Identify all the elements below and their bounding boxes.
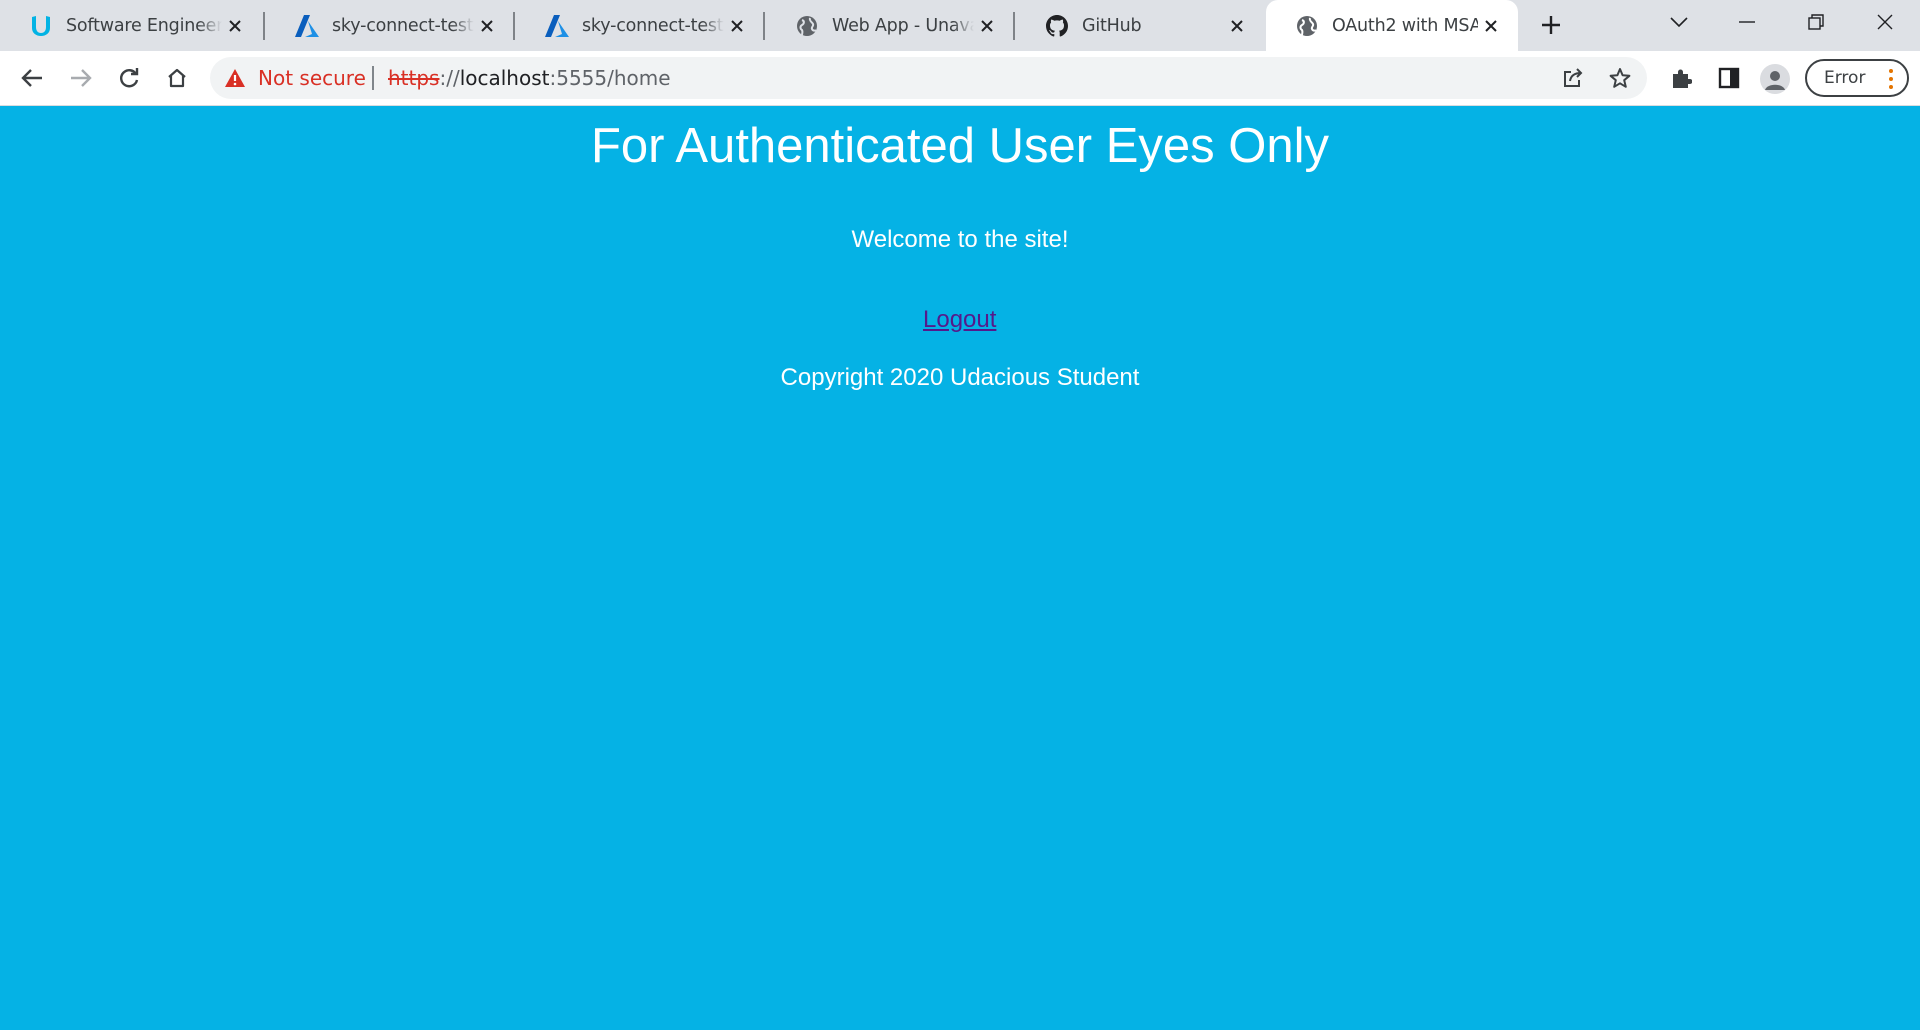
- close-tab-icon[interactable]: [222, 13, 248, 39]
- close-window-button[interactable]: [1858, 0, 1912, 44]
- tab-github[interactable]: GitHub: [1016, 0, 1264, 51]
- tab-divider: [1013, 12, 1015, 40]
- chevron-down-icon: [1670, 17, 1688, 28]
- url-host: localhost: [459, 66, 550, 90]
- copyright-text: Copyright 2020 Udacious Student: [780, 364, 1140, 391]
- azure-icon: [544, 13, 570, 39]
- security-indicator[interactable]: Not secure: [224, 57, 366, 99]
- kebab-menu-icon[interactable]: [1889, 69, 1893, 89]
- tab-software-engineer[interactable]: Software Engineer: [0, 0, 262, 51]
- tab-title: Web App - Unavail: [832, 15, 974, 36]
- tab-web-app-unavailable[interactable]: Web App - Unavail: [766, 0, 1014, 51]
- home-icon: [168, 68, 186, 88]
- tab-search-button[interactable]: [1652, 0, 1706, 44]
- url-path: :5555/home: [549, 66, 671, 90]
- close-tab-icon[interactable]: [1478, 13, 1504, 39]
- tab-title: sky-connect-test -: [582, 15, 724, 36]
- tab-title: GitHub: [1082, 15, 1142, 36]
- tab-strip: Software Engineer sky-connect-test - sky…: [0, 0, 1920, 51]
- logout-link[interactable]: Logout: [923, 306, 996, 334]
- share-icon: [1564, 68, 1583, 87]
- tab-divider: [513, 12, 515, 40]
- star-icon: [1609, 68, 1631, 88]
- close-tab-icon[interactable]: [724, 13, 750, 39]
- tab-divider: [763, 12, 765, 40]
- tab-divider: [263, 12, 265, 40]
- profile-error-label: Error: [1824, 68, 1866, 88]
- address-bar[interactable]: Not secure https://localhost:5555/home: [210, 57, 1647, 99]
- close-icon: [1877, 14, 1893, 30]
- extensions-button[interactable]: [1662, 59, 1700, 97]
- reload-button[interactable]: [110, 59, 148, 97]
- security-label: Not secure: [258, 66, 366, 90]
- new-tab-button[interactable]: [1536, 10, 1566, 40]
- welcome-message: Welcome to the site!: [851, 226, 1069, 253]
- minimize-icon: [1739, 21, 1755, 23]
- url-separator: ://: [439, 66, 460, 90]
- azure-icon: [294, 13, 320, 39]
- side-panel-button[interactable]: [1710, 59, 1748, 97]
- plus-icon: [1542, 16, 1560, 34]
- udacity-icon: [28, 13, 54, 39]
- close-tab-icon[interactable]: [1224, 13, 1250, 39]
- url-scheme: https: [388, 66, 440, 90]
- github-icon: [1044, 13, 1070, 39]
- minimize-button[interactable]: [1720, 0, 1774, 44]
- side-panel-icon: [1718, 67, 1740, 89]
- puzzle-icon: [1673, 69, 1692, 88]
- restore-button[interactable]: [1789, 0, 1843, 44]
- tab-title: OAuth2 with MSAL: [1332, 15, 1478, 36]
- tab-oauth2-with-msal[interactable]: OAuth2 with MSAL: [1266, 0, 1518, 51]
- tab-title: Software Engineer: [66, 15, 222, 36]
- restore-icon: [1808, 14, 1824, 30]
- share-button[interactable]: [1554, 59, 1592, 97]
- close-tab-icon[interactable]: [974, 13, 1000, 39]
- tab-sky-connect-test-2[interactable]: sky-connect-test -: [516, 0, 764, 51]
- address-divider: [372, 66, 374, 90]
- page-content: For Authenticated User Eyes Only Welcome…: [0, 107, 1920, 1030]
- warning-icon: [225, 69, 245, 87]
- url-text[interactable]: https://localhost:5555/home: [388, 57, 671, 99]
- globe-icon: [794, 13, 820, 39]
- profile-error-button[interactable]: Error: [1805, 59, 1909, 97]
- close-tab-icon[interactable]: [474, 13, 500, 39]
- forward-button[interactable]: [62, 59, 100, 97]
- reload-icon: [120, 68, 139, 88]
- back-button[interactable]: [13, 59, 51, 97]
- arrow-left-icon: [21, 69, 42, 87]
- page-heading: For Authenticated User Eyes Only: [590, 119, 1330, 173]
- profile-avatar[interactable]: [1760, 64, 1790, 94]
- arrow-right-icon: [71, 69, 92, 87]
- browser-toolbar: Not secure https://localhost:5555/home E…: [0, 51, 1920, 106]
- bookmark-button[interactable]: [1601, 59, 1639, 97]
- tab-title: sky-connect-test -: [332, 15, 474, 36]
- person-icon: [1765, 71, 1785, 90]
- globe-icon: [1294, 13, 1320, 39]
- tab-sky-connect-test-1[interactable]: sky-connect-test -: [266, 0, 514, 51]
- home-button[interactable]: [158, 59, 196, 97]
